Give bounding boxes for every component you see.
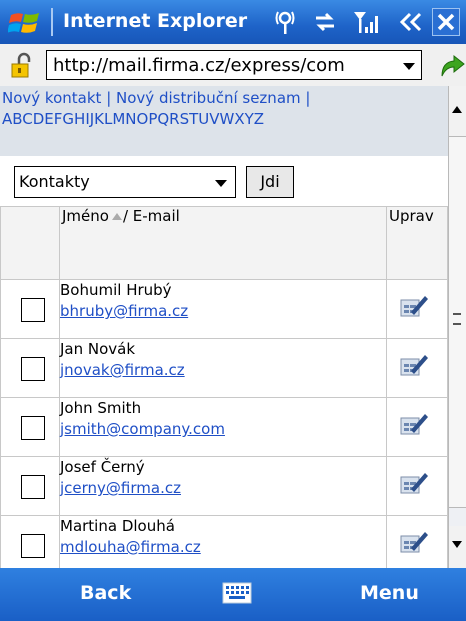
contact-name: Josef Černý xyxy=(60,458,145,476)
edit-cell xyxy=(386,397,448,457)
header-email-label[interactable]: / E-mail xyxy=(123,207,180,225)
folder-select[interactable]: Kontakty xyxy=(14,166,236,198)
contact-email-link[interactable]: mdlouha@firma.cz xyxy=(60,537,386,558)
contact-name: Bohumil Hrubý xyxy=(60,281,172,299)
edit-cell xyxy=(386,456,448,516)
contact-cell: Bohumil Hrubý bhruby@firma.cz xyxy=(59,279,387,339)
lock-icon xyxy=(11,52,31,78)
table-row: Jan Novák jnovak@firma.cz xyxy=(0,338,448,398)
page-content: Nový kontakt | Nový distribuční seznam |… xyxy=(0,86,448,568)
address-bar: http://mail.firma.cz/express/com xyxy=(0,44,466,87)
chevron-down-icon xyxy=(215,180,227,187)
windows-logo-icon[interactable] xyxy=(8,9,42,37)
sort-ascending-icon xyxy=(111,213,122,220)
app-title: Internet Explorer xyxy=(63,10,248,32)
scroll-up-button[interactable] xyxy=(449,86,466,136)
contact-email-link[interactable]: jcerny@firma.cz xyxy=(60,478,386,499)
url-text: http://mail.firma.cz/express/com xyxy=(53,55,345,76)
contact-email-link[interactable]: jnovak@firma.cz xyxy=(60,360,386,381)
contact-email-link[interactable]: bhruby@firma.cz xyxy=(60,301,386,322)
volume-icon[interactable] xyxy=(394,9,424,35)
edit-cell xyxy=(386,338,448,398)
go-button[interactable]: Jdi xyxy=(246,166,294,198)
row-checkbox[interactable] xyxy=(21,357,45,381)
action-links: Nový kontakt | Nový distribuční seznam |… xyxy=(0,86,448,156)
edit-icon[interactable] xyxy=(399,528,431,556)
contact-name: Jan Novák xyxy=(60,340,136,358)
edit-icon[interactable] xyxy=(399,410,431,438)
keyboard-icon[interactable] xyxy=(222,582,252,604)
header-checkbox-column xyxy=(0,206,60,280)
chevron-down-icon xyxy=(452,541,462,548)
table-row: Josef Černý jcerny@firma.cz xyxy=(0,456,448,516)
new-distribution-list-link[interactable]: Nový distribuční seznam xyxy=(116,89,301,107)
scrollbar-thumb[interactable] xyxy=(449,136,466,508)
scroll-down-button[interactable] xyxy=(449,526,466,568)
edit-icon[interactable] xyxy=(399,292,431,320)
contact-cell: John Smith jsmith@company.com xyxy=(59,397,387,457)
back-softkey[interactable]: Back xyxy=(80,582,131,604)
link-separator: | xyxy=(305,89,311,107)
close-icon xyxy=(437,13,455,31)
edit-cell xyxy=(386,279,448,339)
contact-cell: Josef Černý jcerny@firma.cz xyxy=(59,456,387,516)
contact-name: Martina Dlouhá xyxy=(60,517,175,535)
table-header: Jméno / E-mail Uprav xyxy=(0,206,448,280)
url-input[interactable]: http://mail.firma.cz/express/com xyxy=(46,50,422,80)
row-checkbox-cell xyxy=(0,397,60,457)
row-checkbox-cell xyxy=(0,515,60,568)
table-row: Bohumil Hrubý bhruby@firma.cz xyxy=(0,279,448,339)
contacts-table: Jméno / E-mail Uprav Bohumil Hrubý bhruby… xyxy=(0,206,448,568)
contact-cell: Martina Dlouhá mdlouha@firma.cz xyxy=(59,515,387,568)
connectivity-icon[interactable] xyxy=(274,9,296,35)
close-button[interactable] xyxy=(432,8,460,36)
chevron-down-icon[interactable] xyxy=(403,63,415,70)
edit-cell xyxy=(386,515,448,568)
header-name-label[interactable]: Jméno xyxy=(62,207,109,225)
table-row: Martina Dlouhá mdlouha@firma.cz xyxy=(0,515,448,568)
new-contact-link[interactable]: Nový kontakt xyxy=(2,89,101,107)
row-checkbox[interactable] xyxy=(21,416,45,440)
row-checkbox-cell xyxy=(0,456,60,516)
menu-softkey[interactable]: Menu xyxy=(360,582,419,604)
vertical-scrollbar[interactable] xyxy=(448,86,466,568)
row-checkbox[interactable] xyxy=(21,534,45,558)
grip-icon xyxy=(453,313,461,325)
go-arrow-icon[interactable] xyxy=(436,52,466,80)
link-separator: | xyxy=(106,89,112,107)
signal-strength-icon[interactable] xyxy=(352,9,380,35)
title-separator xyxy=(51,8,53,36)
header-edit: Uprav xyxy=(386,206,448,280)
sync-arrows-icon[interactable] xyxy=(312,9,338,35)
table-row: John Smith jsmith@company.com xyxy=(0,397,448,457)
edit-icon[interactable] xyxy=(399,469,431,497)
edit-icon[interactable] xyxy=(399,351,431,379)
folder-select-value: Kontakty xyxy=(19,172,90,191)
row-checkbox[interactable] xyxy=(21,475,45,499)
contact-cell: Jan Novák jnovak@firma.cz xyxy=(59,338,387,398)
row-checkbox[interactable] xyxy=(21,298,45,322)
folder-controls: Kontakty Jdi xyxy=(0,156,448,206)
softkey-bar: Back Menu xyxy=(0,568,466,621)
alphabet-index[interactable]: ABCDEFGHIJKLMNOPQRSTUVWXYZ xyxy=(2,109,448,130)
row-checkbox-cell xyxy=(0,338,60,398)
contact-email-link[interactable]: jsmith@company.com xyxy=(60,419,386,440)
contact-name: John Smith xyxy=(60,399,142,417)
row-checkbox-cell xyxy=(0,279,60,339)
header-name-email[interactable]: Jméno / E-mail xyxy=(59,206,387,280)
title-bar: Internet Explorer xyxy=(0,0,466,44)
chevron-up-icon xyxy=(452,106,462,113)
